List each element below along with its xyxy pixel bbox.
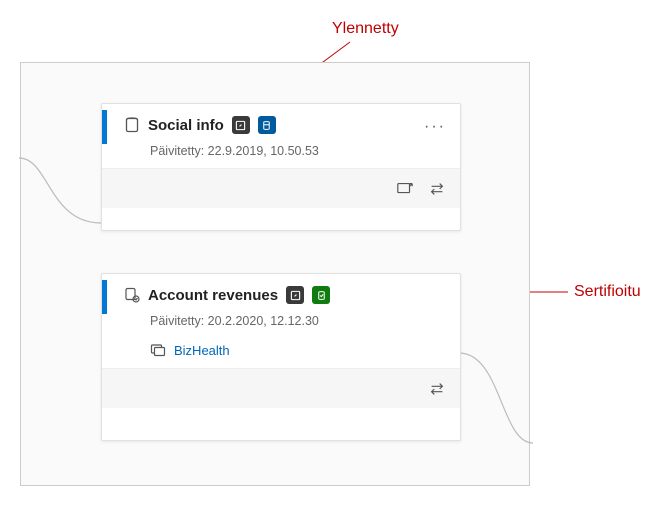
sensitivity-badge-icon [232,116,250,134]
swap-lineage-icon[interactable] [428,380,446,398]
certified-badge-icon [312,286,330,304]
dataflow-icon [124,287,140,303]
card-workspace-row: BizHealth [102,338,460,368]
card-footer [102,168,460,208]
card-footer [102,368,460,408]
promoted-badge-icon [258,116,276,134]
card-title: Social info [148,117,224,134]
lineage-card-dataset-social-info[interactable]: Social info ··· Päivitetty: 22.9.2019, 1… [101,103,461,231]
workspace-icon [150,342,166,358]
card-title: Account revenues [148,287,278,304]
card-updated-label: Päivitetty: 22.9.2019, 10.50.53 [102,138,460,168]
card-updated-label: Päivitetty: 20.2.2020, 12.12.30 [102,308,460,338]
more-options-button[interactable]: ··· [424,118,446,136]
dataset-icon [124,117,140,133]
callout-label-promoted: Ylennetty [332,20,399,38]
card-header: Social info ··· [102,104,460,138]
explore-related-icon[interactable] [396,180,414,198]
callout-label-certified: Sertifioitu [574,283,641,301]
card-header: Account revenues [102,274,460,308]
lineage-card-dataflow-account-revenues[interactable]: Account revenues Päivitetty: 20.2.2020, … [101,273,461,441]
sensitivity-badge-icon [286,286,304,304]
lineage-canvas: Social info ··· Päivitetty: 22.9.2019, 1… [20,62,530,486]
workspace-link[interactable]: BizHealth [174,343,230,358]
lineage-edge-left [19,103,109,233]
swap-lineage-icon[interactable] [428,180,446,198]
